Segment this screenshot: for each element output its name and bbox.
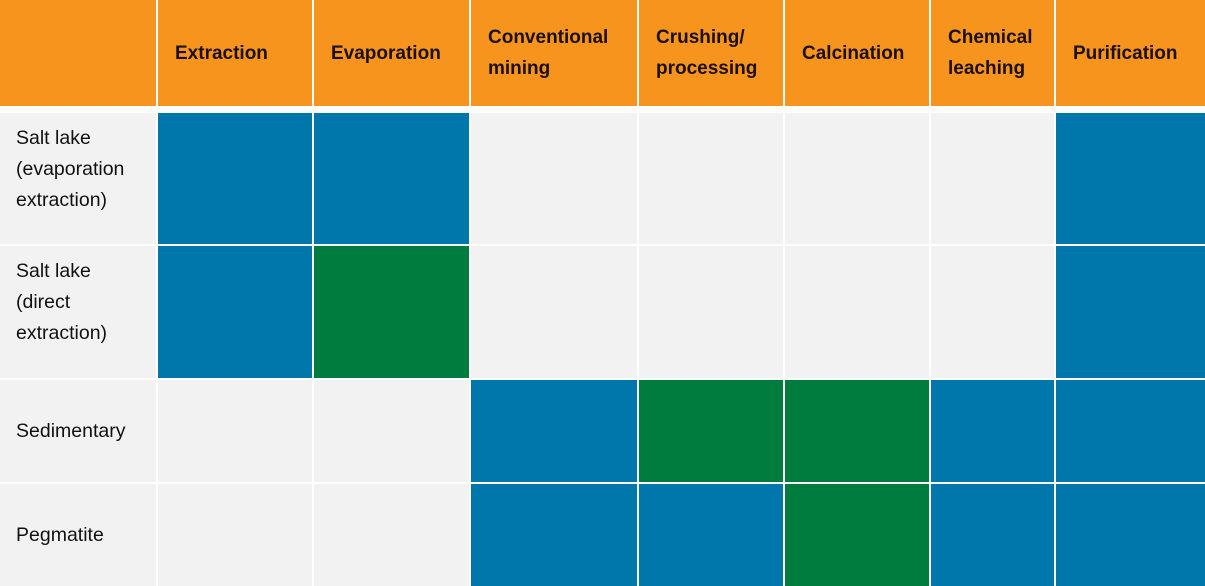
matrix-cell-blue (1056, 380, 1205, 482)
matrix-cell-blue (158, 246, 312, 378)
column-header-line: leaching (948, 58, 1026, 79)
column-header-text: Crushing/processing (656, 22, 757, 84)
matrix-cell-green (785, 484, 929, 586)
column-header-line: Chemical (948, 27, 1033, 48)
column-header-text: Evaporation (331, 38, 441, 69)
matrix-cell-blue (1056, 484, 1205, 586)
header-corner (0, 0, 156, 106)
matrix-cell-blue (931, 484, 1054, 586)
column-header-evaporation: Evaporation (314, 0, 469, 106)
column-header-text: Conventional mining (488, 22, 608, 84)
label-text: Salt lake (direct extraction) (16, 256, 107, 349)
column-header-extraction: Extraction (158, 0, 312, 106)
label-line: Pegmatite (16, 523, 104, 546)
column-header-line: Evaporation (331, 42, 441, 64)
matrix-cell-green (314, 246, 469, 378)
label-line: extraction) (16, 322, 108, 344)
label-line: (evaporation (16, 158, 125, 180)
matrix-cell-blue (471, 380, 637, 482)
matrix-cell-none (471, 113, 637, 244)
label-text: Salt lake (evaporation extraction) (16, 123, 124, 216)
label-text: Sedimentary (16, 416, 125, 447)
column-header-line: Extraction (175, 42, 268, 64)
column-header-conventional: Conventional mining (471, 0, 637, 106)
matrix-cell-none (314, 380, 469, 482)
row-label: Salt lake (evaporation extraction) (0, 113, 156, 244)
label-text: Pegmatite (16, 520, 104, 551)
matrix-cell-blue (1056, 113, 1205, 244)
column-header-line: Calcination (802, 42, 905, 64)
column-header-line: Purification (1073, 42, 1178, 64)
label-line: Salt lake (16, 127, 91, 149)
matrix-cell-none (158, 484, 312, 586)
process-matrix: Extraction Evaporation Conventional mining C… (0, 0, 1205, 586)
matrix-cell-none (931, 113, 1054, 244)
column-header-calcination: Calcination (785, 0, 929, 106)
matrix-cell-none (639, 113, 783, 244)
label-line: Salt lake (16, 260, 91, 282)
matrix-cell-none (785, 246, 929, 378)
matrix-cell-none (158, 380, 312, 482)
column-header-crushing: Crushing/processing (639, 0, 783, 106)
row-label: Salt lake (direct extraction) (0, 246, 156, 378)
column-header-text: Chemical leaching (948, 22, 1032, 84)
matrix-cell-blue (314, 113, 469, 244)
column-header-text: Calcination (802, 38, 904, 69)
matrix-cell-blue (639, 484, 783, 586)
column-header-line: mining (488, 58, 551, 79)
column-header-line: processing (656, 58, 758, 79)
column-header-line: Crushing/ (656, 27, 745, 48)
matrix-cell-none (785, 113, 929, 244)
matrix-cell-blue (1056, 246, 1205, 378)
column-header-text: Purification (1073, 38, 1178, 69)
matrix-cell-blue (931, 380, 1054, 482)
label-line: (direct (16, 291, 71, 313)
matrix-cell-none (931, 246, 1054, 378)
matrix-cell-green (785, 380, 929, 482)
matrix-cell-none (639, 246, 783, 378)
column-header-line: Conventional (488, 27, 609, 48)
matrix-cell-blue (158, 113, 312, 244)
header-divider (0, 106, 1205, 113)
matrix-cell-none (471, 246, 637, 378)
matrix-cell-blue (471, 484, 637, 586)
column-header-purification: Purification (1056, 0, 1205, 106)
row-label: Pegmatite (0, 484, 156, 586)
column-header-chemical: Chemical leaching (931, 0, 1054, 106)
label-line: extraction) (16, 189, 108, 211)
matrix-cell-green (639, 380, 783, 482)
column-header-text: Extraction (175, 38, 268, 69)
label-line: Sedimentary (16, 419, 126, 442)
row-label: Sedimentary (0, 380, 156, 482)
matrix-cell-none (314, 484, 469, 586)
